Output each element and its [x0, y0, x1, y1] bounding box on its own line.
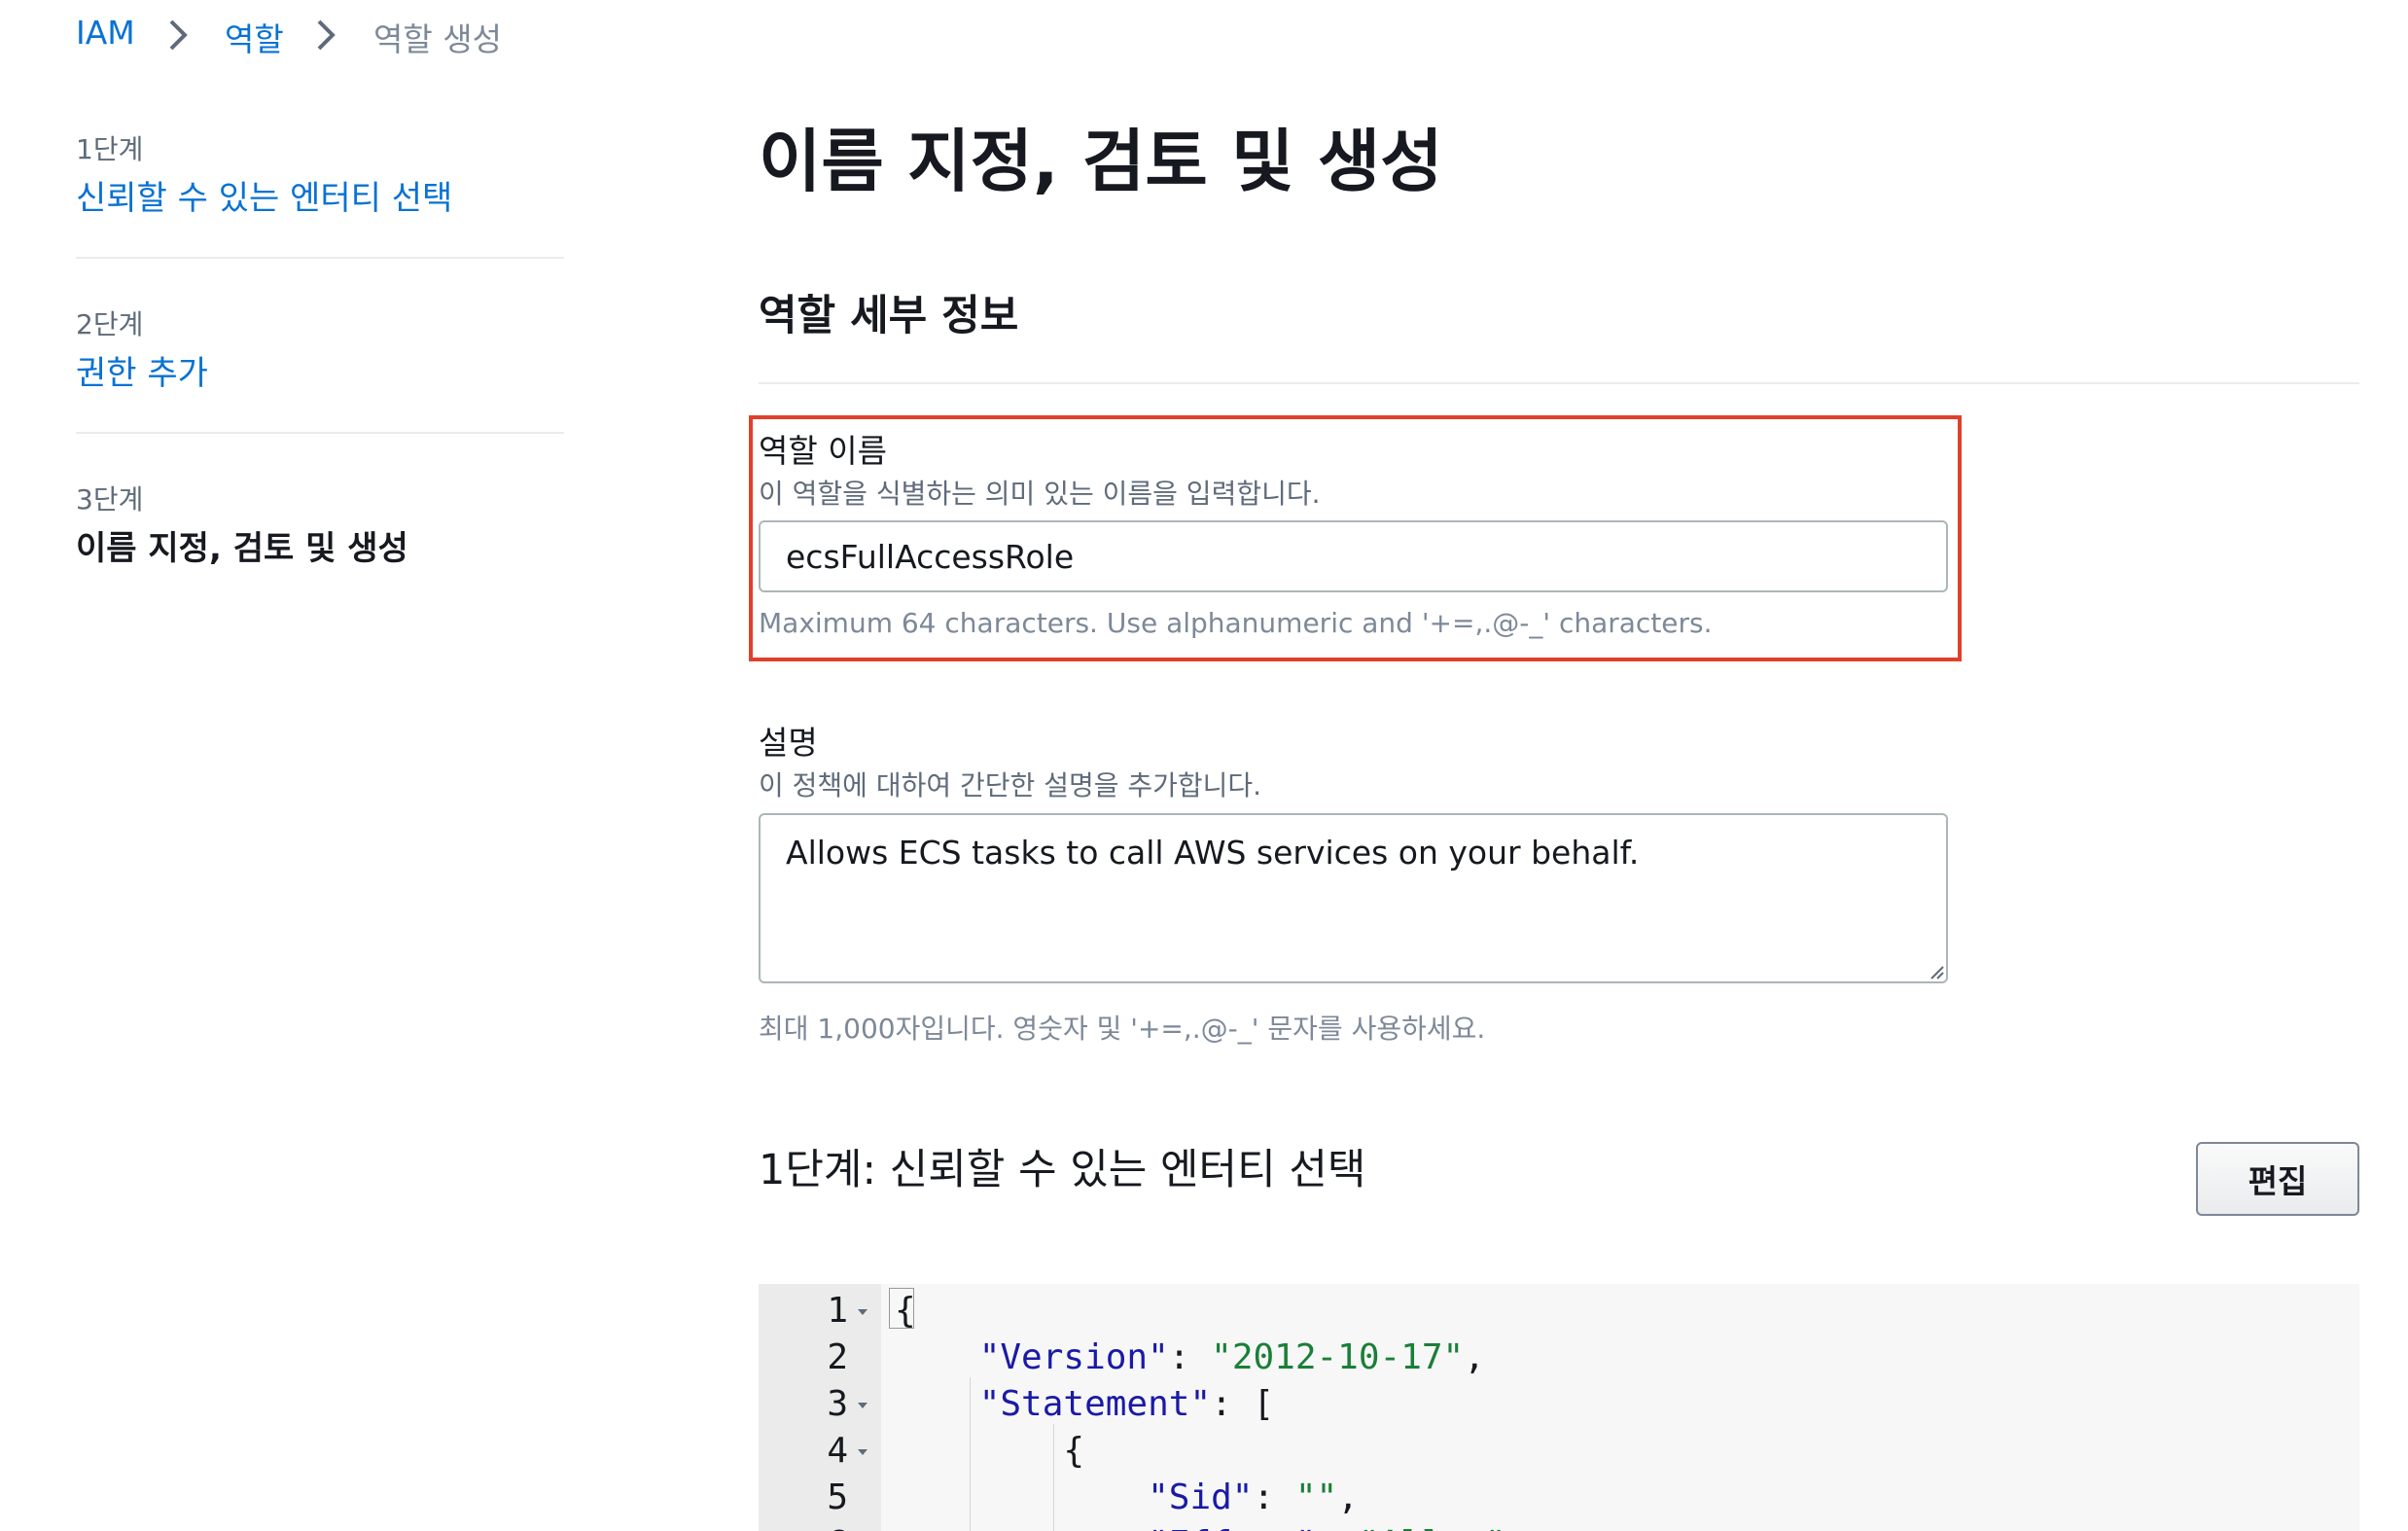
- breadcrumb-iam-link[interactable]: IAM: [76, 14, 135, 52]
- fold-arrow-icon[interactable]: [856, 1428, 869, 1475]
- json-punctuation: ,: [1464, 1337, 1485, 1377]
- step-3-number: 3단계: [76, 483, 144, 516]
- page-title: 이름 지정, 검토 및 생성: [759, 122, 1443, 201]
- json-punctuation: {: [895, 1291, 916, 1331]
- json-key: "Sid": [1148, 1478, 1254, 1517]
- description-hint: 최대 1,000자입니다. 영숫자 및 '+=,.@-_' 문자를 사용하세요.: [759, 1013, 1486, 1045]
- step-1-link[interactable]: 신뢰할 수 있는 엔터티 선택: [76, 171, 452, 219]
- step-2-link[interactable]: 권한 추가: [76, 346, 208, 394]
- role-name-input[interactable]: [759, 520, 1948, 592]
- json-string-value: "": [1294, 1478, 1338, 1517]
- step-3-current: 이름 지정, 검토 및 생성: [76, 529, 408, 568]
- line-number: 2: [827, 1337, 848, 1377]
- line-number: 3: [827, 1384, 848, 1424]
- code-line: {: [895, 1428, 1084, 1475]
- code-line: {: [895, 1288, 916, 1335]
- line-number: 6: [759, 1521, 848, 1531]
- breadcrumb-current: 역할 생성: [373, 20, 502, 58]
- json-punctuation: :: [1316, 1524, 1358, 1531]
- role-name-hint: Maximum 64 characters. Use alphanumeric …: [759, 607, 1713, 639]
- code-line: "Statement": [: [895, 1381, 1274, 1428]
- json-punctuation: {: [1063, 1431, 1085, 1471]
- breadcrumb-roles-link[interactable]: 역할: [225, 14, 284, 60]
- section-divider: [759, 382, 2359, 384]
- trusted-entity-title: 1단계: 신뢰할 수 있는 엔터티 선택: [759, 1146, 1366, 1194]
- role-name-label: 역할 이름: [759, 432, 887, 470]
- description-help: 이 정책에 대하여 간단한 설명을 추가합니다.: [759, 769, 1262, 801]
- json-punctuation: ,: [1337, 1478, 1359, 1517]
- nav-divider: [76, 432, 564, 434]
- chevron-right-icon: [169, 19, 188, 51]
- json-string-value: "2012-10-17": [1211, 1337, 1465, 1377]
- description-textarea[interactable]: Allows ECS tasks to call AWS services on…: [759, 813, 1948, 983]
- step-2-number: 2단계: [76, 308, 144, 340]
- code-line: "Version": "2012-10-17",: [895, 1335, 1485, 1381]
- step-1-number: 1단계: [76, 133, 144, 165]
- json-key: "Statement": [978, 1384, 1212, 1424]
- json-punctuation: : [: [1211, 1384, 1275, 1424]
- line-number: 1: [827, 1291, 848, 1331]
- fold-arrow-icon[interactable]: [856, 1381, 869, 1428]
- json-punctuation: :: [1168, 1337, 1212, 1377]
- resize-handle-icon[interactable]: [1928, 963, 1945, 980]
- chevron-right-icon: [317, 19, 336, 51]
- fold-arrow-icon[interactable]: [856, 1288, 869, 1335]
- section-title: 역할 세부 정보: [759, 292, 1019, 340]
- json-punctuation: ,: [1506, 1524, 1528, 1531]
- json-punctuation: :: [1253, 1478, 1295, 1517]
- role-name-description: 이 역할을 식별하는 의미 있는 이름을 입력합니다.: [759, 478, 1321, 510]
- trust-policy-code-editor[interactable]: 1 {2 "Version": "2012-10-17", 3 "Statement…: [759, 1284, 2359, 1531]
- line-number: 5: [827, 1478, 848, 1517]
- description-label: 설명: [759, 724, 818, 762]
- line-number: 4: [827, 1431, 848, 1471]
- json-string-value: "Allow": [1359, 1524, 1506, 1531]
- json-key: "Effect": [1148, 1524, 1316, 1531]
- edit-button[interactable]: 편집: [2196, 1142, 2359, 1216]
- code-line: "Sid": "",: [895, 1475, 1359, 1521]
- nav-divider: [76, 257, 564, 259]
- json-key: "Version": [978, 1337, 1169, 1377]
- code-line: "Effect": "Allow",: [895, 1521, 1527, 1531]
